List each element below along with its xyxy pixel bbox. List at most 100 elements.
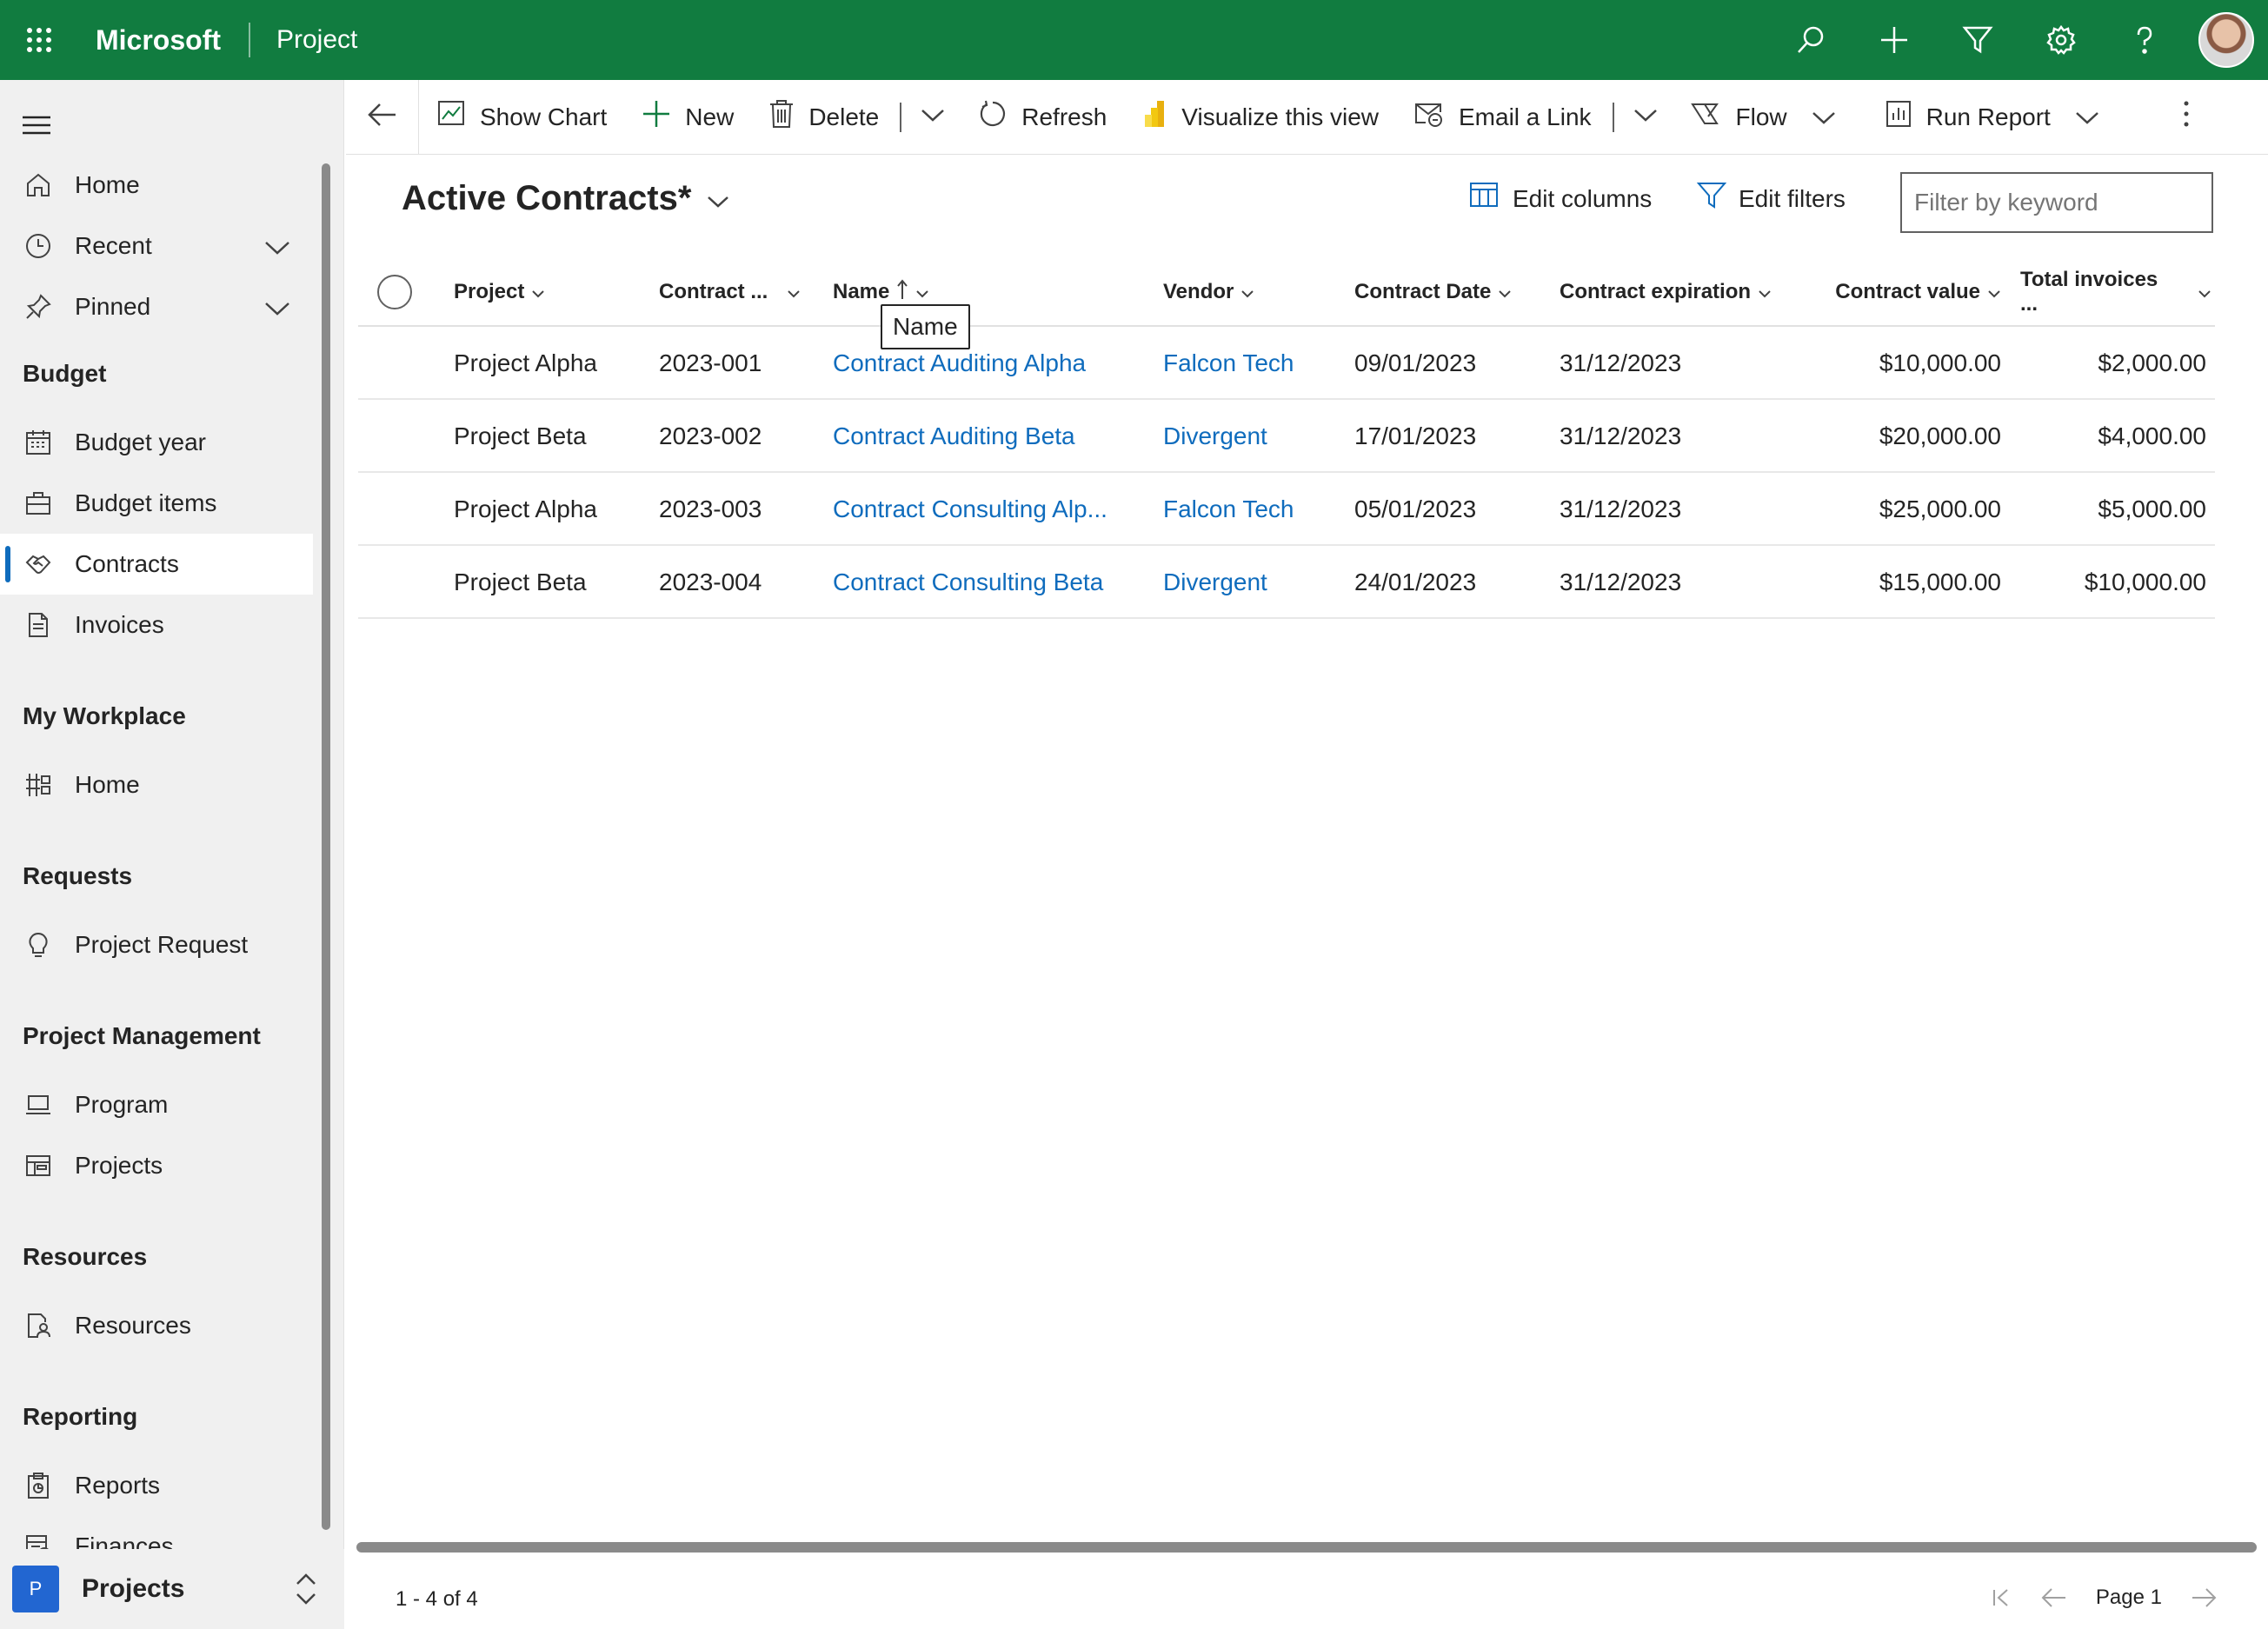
- cell-project[interactable]: Project Beta: [454, 546, 645, 619]
- delete-label: Delete: [808, 103, 880, 130]
- chevron-down-icon: [780, 280, 801, 304]
- filter-icon: [1696, 181, 1739, 216]
- column-header-project[interactable]: Project: [454, 257, 628, 327]
- column-header-vendor[interactable]: Vendor: [1163, 257, 1320, 327]
- cell-name-link[interactable]: Contract Consulting Alp...: [833, 473, 1154, 546]
- cell-vendor-link[interactable]: Falcon Tech: [1163, 473, 1337, 546]
- top-bar: Microsoft Project: [0, 0, 2268, 80]
- sidebar-scrollbar[interactable]: [322, 163, 330, 1530]
- cell-total-invoices: $5,000.00: [2098, 495, 2206, 522]
- avatar[interactable]: [2198, 12, 2254, 68]
- flow-button[interactable]: Flow: [1673, 80, 1867, 155]
- calendar-icon: [21, 425, 56, 460]
- edit-filters-button[interactable]: Edit filters: [1696, 181, 1846, 216]
- sidebar-item-reports[interactable]: Reports: [0, 1455, 313, 1516]
- view-selector[interactable]: Active Contracts*: [402, 179, 729, 218]
- sidebar-item-project-request[interactable]: Project Request: [0, 914, 313, 975]
- cell-name-link[interactable]: Contract Consulting Beta: [833, 546, 1154, 619]
- chevron-down-icon[interactable]: [264, 296, 290, 323]
- column-header-contract-number[interactable]: Contract ...: [659, 257, 807, 327]
- column-header-label: Project: [454, 280, 525, 303]
- cell-vendor-link[interactable]: Falcon Tech: [1163, 327, 1337, 400]
- laptop-icon: [21, 1087, 56, 1122]
- sidebar-item-projects[interactable]: Projects: [0, 1135, 313, 1196]
- sidebar-item-pinned[interactable]: Pinned: [0, 276, 313, 337]
- help-icon[interactable]: [2103, 0, 2186, 80]
- cell-contract-expiration: 31/12/2023: [1560, 568, 1682, 595]
- column-header-contract-value[interactable]: Contract value: [1827, 257, 2001, 327]
- email-link-button[interactable]: Email a Link: [1396, 80, 1609, 155]
- table-row[interactable]: Project Beta 2023-002 Contract Auditing …: [358, 400, 2215, 473]
- command-bar: Show Chart New Delete Refresh Visualize …: [346, 79, 2268, 155]
- filter-keyword-input[interactable]: [1900, 172, 2213, 233]
- back-button[interactable]: [346, 79, 419, 155]
- waffle-icon[interactable]: [0, 0, 78, 80]
- sidebar-item-home[interactable]: Home: [0, 155, 313, 216]
- sidebar-item-budget-year[interactable]: Budget year: [0, 412, 313, 473]
- edit-filters-label: Edit filters: [1739, 184, 1846, 212]
- run-report-button[interactable]: Run Report: [1867, 80, 2131, 155]
- sidebar-item-invoices[interactable]: Invoices: [0, 595, 313, 655]
- sidebar-item-program[interactable]: Program: [0, 1074, 313, 1135]
- hamburger-icon[interactable]: [21, 115, 52, 136]
- cell-contract-expiration: 31/12/2023: [1560, 349, 1682, 376]
- table-row[interactable]: Project Alpha 2023-003 Contract Consulti…: [358, 473, 2215, 546]
- chevron-down-icon[interactable]: [264, 235, 290, 263]
- area-switcher[interactable]: P Projects: [0, 1549, 344, 1629]
- previous-page-icon[interactable]: [2028, 1580, 2080, 1615]
- column-header-contract-expiration[interactable]: Contract expiration: [1560, 257, 1794, 327]
- cell-contract-date: 05/01/2023: [1354, 495, 1477, 522]
- app-name[interactable]: Project: [276, 25, 357, 55]
- search-icon[interactable]: [1769, 0, 1852, 80]
- first-page-icon[interactable]: [1976, 1580, 2028, 1615]
- chevron-updown-icon[interactable]: [294, 1572, 318, 1611]
- table-row[interactable]: Project Beta 2023-004 Contract Consultin…: [358, 546, 2215, 619]
- horizontal-scrollbar[interactable]: [356, 1542, 2257, 1553]
- next-page-icon[interactable]: [2178, 1580, 2230, 1615]
- arrow-left-icon: [367, 103, 397, 131]
- cell-contract-number: 2023-003: [659, 495, 762, 522]
- refresh-button[interactable]: Refresh: [961, 80, 1124, 155]
- refresh-icon: [978, 99, 1021, 135]
- column-header-total-invoices[interactable]: Total invoices ...: [2020, 257, 2211, 327]
- email-link-label: Email a Link: [1459, 103, 1592, 130]
- sidebar-item-resources[interactable]: Resources: [0, 1295, 313, 1356]
- sidebar-item-contracts[interactable]: Contracts: [0, 534, 313, 595]
- sidebar-group-title: My Workplace: [23, 702, 186, 729]
- show-chart-button[interactable]: Show Chart: [419, 80, 624, 155]
- more-delete-dropdown[interactable]: [905, 80, 961, 155]
- sidebar-item-label: Invoices: [75, 611, 164, 638]
- brand-label[interactable]: Microsoft: [96, 24, 221, 57]
- more-commands-button[interactable]: [2165, 80, 2221, 155]
- cell-contract-value: $20,000.00: [1879, 422, 2001, 449]
- sidebar-item-workplace-home[interactable]: Home: [0, 755, 313, 815]
- filter-icon[interactable]: [1936, 0, 2019, 80]
- new-button[interactable]: New: [624, 80, 751, 155]
- cell-total-invoices: $2,000.00: [2098, 349, 2206, 376]
- record-count: 1 - 4 of 4: [396, 1587, 478, 1611]
- cell-project[interactable]: Project Beta: [454, 400, 645, 473]
- edit-columns-button[interactable]: Edit columns: [1469, 181, 1652, 216]
- add-icon[interactable]: [1852, 0, 1936, 80]
- cell-vendor-link[interactable]: Divergent: [1163, 400, 1337, 473]
- powerbi-icon: [1141, 99, 1181, 135]
- select-all-checkbox[interactable]: [377, 275, 412, 309]
- sidebar-item-budget-items[interactable]: Budget items: [0, 473, 313, 534]
- cell-vendor-link[interactable]: Divergent: [1163, 546, 1337, 619]
- sidebar-item-label: Projects: [75, 1152, 163, 1179]
- cell-project[interactable]: Project Alpha: [454, 473, 645, 546]
- cell-project[interactable]: Project Alpha: [454, 327, 645, 400]
- sidebar-item-label: Reports: [75, 1472, 161, 1499]
- column-header-label: Contract Date: [1354, 280, 1492, 303]
- delete-button[interactable]: Delete: [751, 80, 896, 155]
- cell-contract-value: $10,000.00: [1879, 349, 2001, 376]
- view-title: Active Contracts*: [402, 179, 692, 217]
- settings-icon[interactable]: [2019, 0, 2103, 80]
- visualize-button[interactable]: Visualize this view: [1124, 80, 1396, 155]
- email-link-dropdown[interactable]: [1618, 80, 1673, 155]
- sidebar-item-recent[interactable]: Recent: [0, 216, 313, 276]
- column-header-contract-date[interactable]: Contract Date: [1354, 257, 1528, 327]
- table-row[interactable]: Project Alpha 2023-001 Contract Auditing…: [358, 327, 2215, 400]
- cell-name-link[interactable]: Contract Auditing Beta: [833, 400, 1154, 473]
- sort-ascending-icon: [889, 278, 908, 306]
